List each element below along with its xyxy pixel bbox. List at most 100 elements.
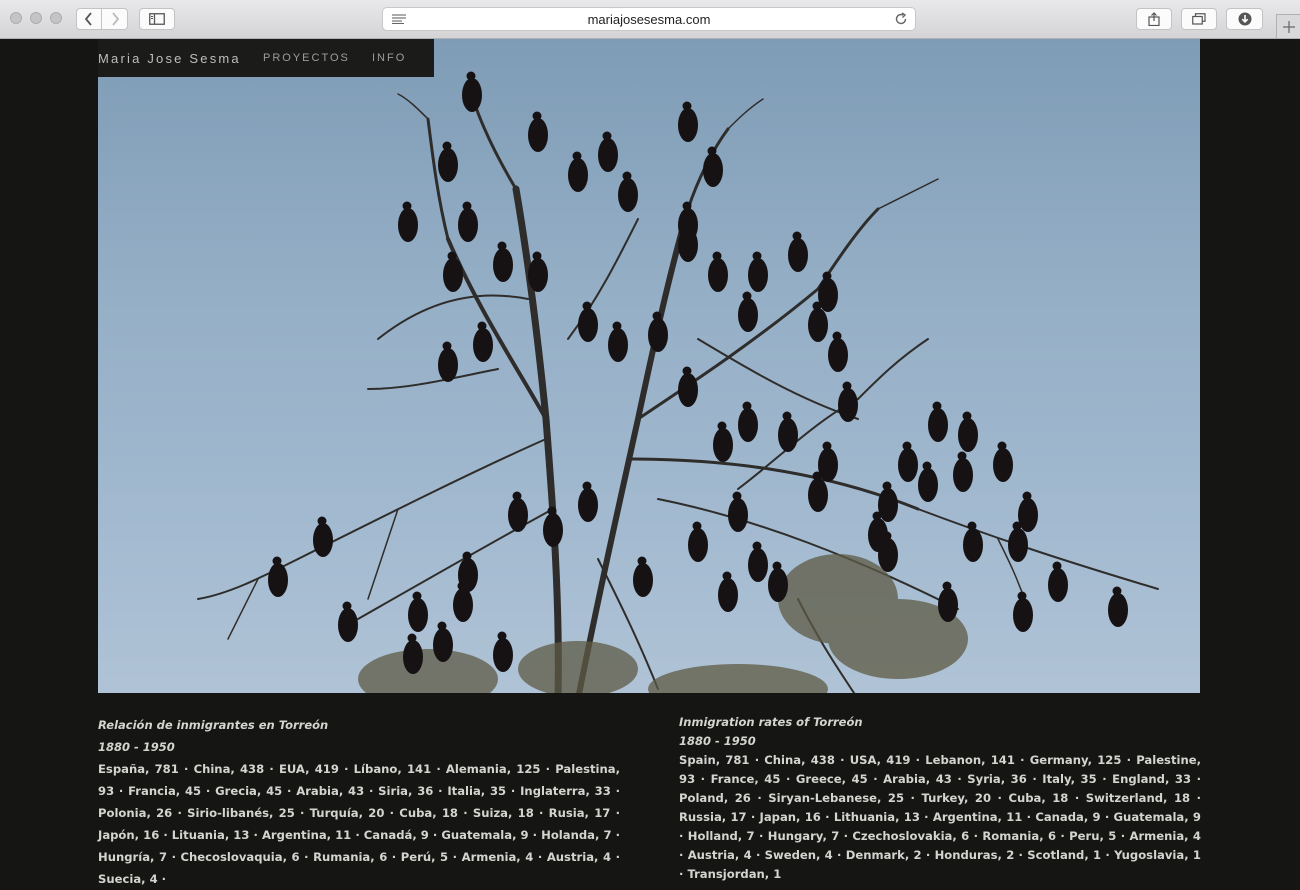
vulture-silhouette — [898, 441, 918, 482]
vulture-silhouette — [618, 171, 638, 212]
vulture-silhouette — [528, 251, 548, 292]
share-button[interactable] — [1136, 8, 1172, 30]
tree-branch — [917, 508, 1159, 590]
vulture-silhouette — [828, 331, 848, 372]
chevron-left-icon — [84, 12, 92, 26]
vulture-silhouette — [438, 141, 458, 182]
close-window-button[interactable] — [10, 12, 22, 24]
tree-branch — [727, 98, 764, 130]
caption-body: Spain, 781 · China, 438 · USA, 419 · Leb… — [679, 753, 1201, 881]
downloads-button[interactable] — [1226, 8, 1263, 30]
vulture-silhouette — [433, 621, 453, 662]
vulture-silhouette — [928, 401, 948, 442]
forward-button[interactable] — [102, 8, 128, 30]
plus-icon — [1282, 20, 1295, 33]
vulture-silhouette — [718, 571, 738, 612]
vulture-silhouette — [438, 341, 458, 382]
vulture-silhouette — [688, 521, 708, 562]
caption-body: España, 781 · China, 438 · EUA, 419 · Lí… — [98, 762, 620, 886]
tree-branch — [857, 338, 929, 400]
vulture-silhouette — [313, 516, 333, 557]
vulture-silhouette — [462, 71, 482, 112]
tabs-overview-button[interactable] — [1181, 8, 1217, 30]
vulture-silhouette — [458, 201, 478, 242]
caption-english: Inmigration rates of Torreón 1880 - 1950… — [679, 713, 1201, 884]
share-icon — [1148, 12, 1160, 26]
browser-toolbar: mariajosesesma.com — [0, 0, 1300, 39]
vulture-silhouette — [938, 581, 958, 622]
vulture-silhouette — [493, 241, 513, 282]
vulture-silhouette — [768, 561, 788, 602]
vulture-silhouette — [398, 201, 418, 242]
hero-photo — [98, 39, 1200, 693]
vulture-silhouette — [578, 301, 598, 342]
vulture-silhouette — [958, 411, 978, 452]
nav-link-info[interactable]: INFO — [372, 52, 406, 64]
site-logo[interactable]: Maria Jose Sesma — [98, 51, 241, 66]
tree-branch — [227, 578, 259, 640]
vulture-silhouette — [678, 366, 698, 407]
tree-branch — [576, 206, 691, 693]
caption-title: Relación de inmigrantes en Torreón — [98, 718, 329, 732]
caption-years: 1880 - 1950 — [98, 740, 175, 754]
vulture-silhouette — [608, 321, 628, 362]
vultures-tree-image — [197, 71, 1159, 693]
vulture-silhouette — [568, 151, 588, 192]
reload-icon[interactable] — [894, 12, 908, 26]
vulture-silhouette — [953, 451, 973, 492]
vulture-silhouette — [493, 631, 513, 672]
vulture-silhouette — [338, 601, 358, 642]
site-header: Maria Jose Sesma PROYECTOS INFO — [98, 39, 434, 77]
vulture-silhouette — [1013, 591, 1033, 632]
vulture-silhouette — [403, 633, 423, 674]
vulture-silhouette — [728, 491, 748, 532]
vulture-silhouette — [408, 591, 428, 632]
vulture-silhouette — [738, 401, 758, 442]
sidebar-button[interactable] — [139, 8, 175, 30]
vulture-silhouette — [578, 481, 598, 522]
chevron-right-icon — [111, 12, 119, 26]
vulture-silhouette — [648, 311, 668, 352]
vulture-silhouette — [633, 556, 653, 597]
foliage-shape — [518, 641, 638, 693]
vulture-silhouette — [838, 381, 858, 422]
caption-spanish: Relación de inmigrantes en Torreón 1880 … — [98, 714, 620, 890]
vulture-silhouette — [443, 251, 463, 292]
vulture-silhouette — [508, 491, 528, 532]
zoom-window-button[interactable] — [50, 12, 62, 24]
foliage-shape — [648, 664, 828, 693]
vulture-silhouette — [738, 291, 758, 332]
vulture-silhouette — [748, 541, 768, 582]
back-button[interactable] — [76, 8, 102, 30]
vulture-silhouette — [703, 146, 723, 187]
new-tab-button[interactable] — [1276, 14, 1300, 38]
tree-branch — [397, 93, 429, 120]
tabs-overview-icon — [1192, 13, 1206, 25]
vulture-silhouette — [778, 411, 798, 452]
vulture-silhouette — [993, 441, 1013, 482]
foliage-shape — [358, 649, 498, 693]
tree-branch — [877, 178, 939, 210]
vulture-silhouette — [1108, 586, 1128, 627]
vulture-silhouette — [918, 461, 938, 502]
url-text: mariajosesesma.com — [587, 12, 711, 27]
tree-branch — [377, 294, 529, 340]
vulture-silhouette — [528, 111, 548, 152]
tree-branch — [471, 97, 518, 191]
caption-years: 1880 - 1950 — [679, 734, 756, 748]
vulture-silhouette — [473, 321, 493, 362]
address-bar[interactable]: mariajosesesma.com — [382, 7, 916, 31]
vulture-silhouette — [1048, 561, 1068, 602]
vulture-silhouette — [708, 251, 728, 292]
tree-branch — [297, 438, 547, 560]
vulture-silhouette — [678, 101, 698, 142]
sidebar-icon — [149, 13, 165, 25]
vulture-silhouette — [713, 421, 733, 462]
minimize-window-button[interactable] — [30, 12, 42, 24]
vulture-silhouette — [598, 131, 618, 172]
nav-link-proyectos[interactable]: PROYECTOS — [263, 52, 350, 64]
downloads-icon — [1238, 12, 1251, 26]
tree-branch — [367, 368, 499, 390]
vulture-silhouette — [748, 251, 768, 292]
vulture-silhouette — [268, 556, 288, 597]
